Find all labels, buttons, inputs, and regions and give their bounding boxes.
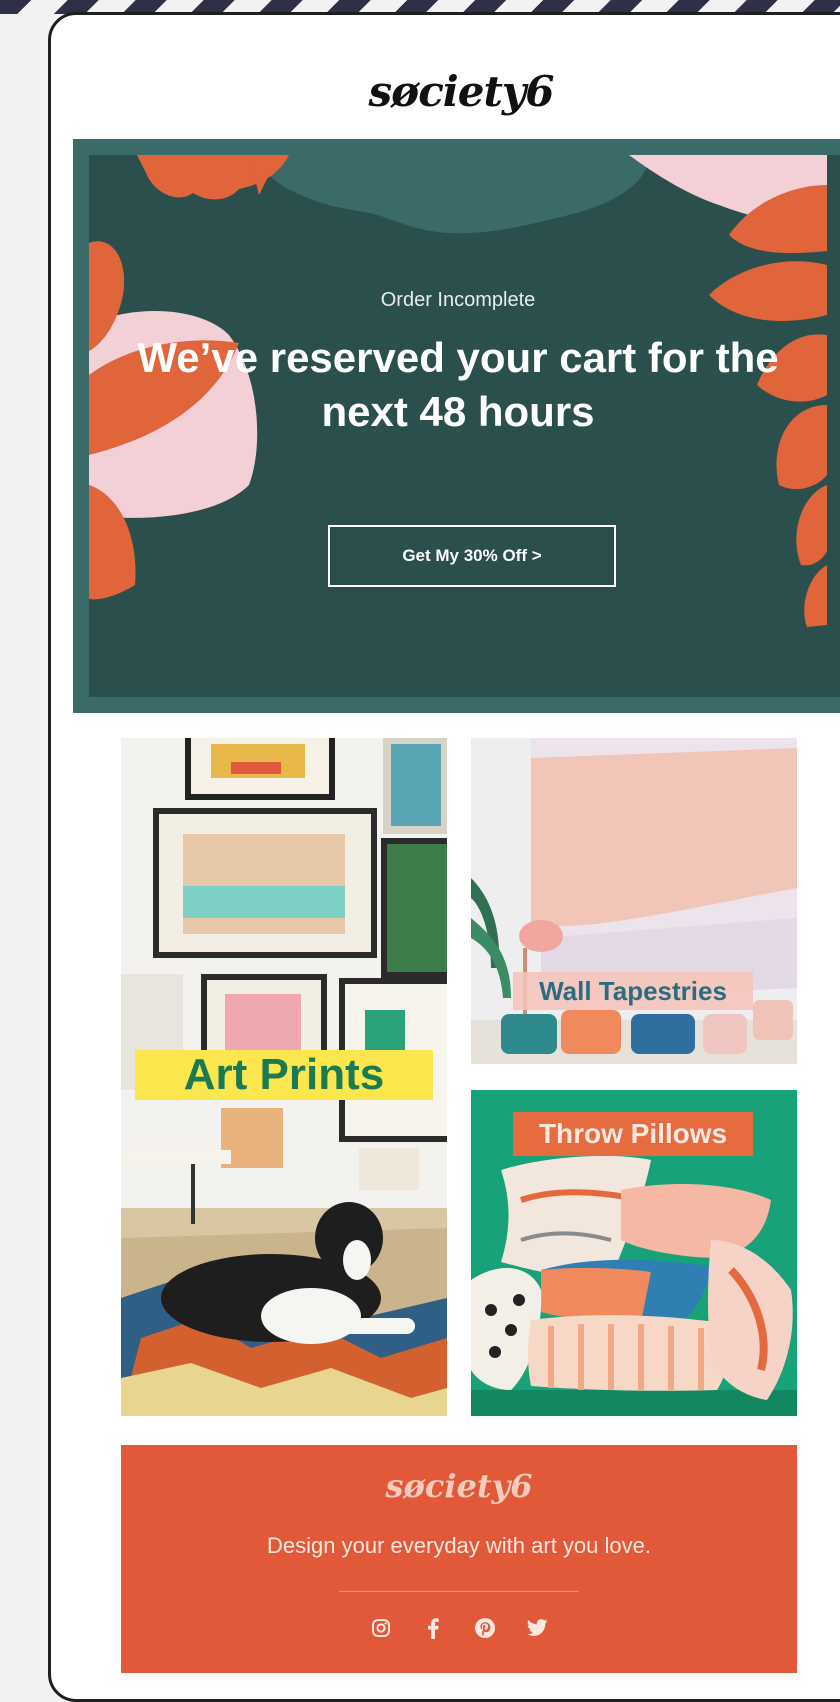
category-tile-wall-tapestries[interactable]: Wall Tapestries (471, 738, 797, 1064)
category-tile-throw-pillows[interactable]: Throw Pillows (471, 1090, 797, 1416)
instagram-icon[interactable] (368, 1615, 394, 1641)
twitter-icon[interactable] (524, 1615, 550, 1641)
footer-banner: søciety6 Design your everyday with art y… (121, 1445, 797, 1673)
art-prints-label: Art Prints (135, 1050, 433, 1100)
header-logo[interactable]: søciety6 (51, 67, 840, 116)
footer-divider (339, 1591, 579, 1592)
get-discount-button[interactable]: Get My 30% Off > (328, 525, 616, 587)
pinterest-icon[interactable] (472, 1615, 498, 1641)
footer-tagline: Design your everyday with art you love. (267, 1533, 651, 1558)
category-tile-art-prints[interactable]: Art Prints (121, 738, 447, 1416)
social-links (121, 1615, 797, 1641)
wall-tapestries-photo (471, 738, 797, 1064)
hero-headline: We’ve reserved your cart for the next 48… (137, 334, 779, 435)
throw-pillows-label: Throw Pillows (513, 1112, 753, 1156)
hero-eyebrow: Order Incomplete (380, 289, 536, 311)
hero-banner: Order Incomplete We’ve reserved your car… (73, 139, 840, 713)
footer-logo[interactable]: søciety6 (121, 1467, 797, 1505)
header-logo-text: søciety6 (368, 67, 555, 116)
hero-panel: Order Incomplete We’ve reserved your car… (89, 155, 840, 697)
wall-tapestries-label: Wall Tapestries (513, 972, 753, 1010)
email-frame: søciety6 Order Incomplete We’ve reserved… (48, 12, 840, 1702)
facebook-icon[interactable] (420, 1615, 446, 1641)
